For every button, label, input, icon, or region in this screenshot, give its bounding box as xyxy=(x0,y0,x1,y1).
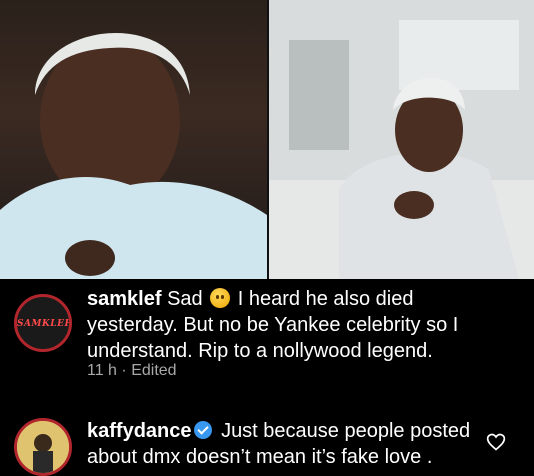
portrait-illustration xyxy=(0,32,267,279)
post-images xyxy=(0,0,534,279)
comment-time[interactable]: 11 h xyxy=(87,362,117,379)
comment-samklef: SAMKLEF samklef Sad I heard he also died… xyxy=(0,284,534,394)
comment-text: samklef Sad I heard he also died yesterd… xyxy=(87,286,487,364)
avatar-logo: SAMKLEF xyxy=(17,319,72,329)
comment-body-start: Sad xyxy=(167,288,203,310)
post-photo-hospital[interactable] xyxy=(269,0,534,279)
comment-edited-label: Edited xyxy=(131,362,177,379)
heart-icon[interactable] xyxy=(486,432,506,452)
comment-username[interactable]: kaffydance xyxy=(87,420,192,442)
comment-username[interactable]: samklef xyxy=(87,288,162,310)
meta-separator: · xyxy=(121,362,127,379)
verified-badge-icon xyxy=(193,421,212,439)
comment-text: kaffydance Just because people posted ab… xyxy=(87,418,487,470)
avatar[interactable] xyxy=(14,418,72,476)
sad-face-emoji-icon xyxy=(210,288,231,308)
post-photo-portrait[interactable] xyxy=(0,0,267,279)
comment-meta: 11 h · Edited xyxy=(87,362,177,380)
avatar[interactable]: SAMKLEF xyxy=(14,294,72,352)
avatar-photo xyxy=(17,421,69,473)
comment-kaffydance: kaffydance Just because people posted ab… xyxy=(0,412,534,476)
hospital-illustration xyxy=(269,0,534,279)
